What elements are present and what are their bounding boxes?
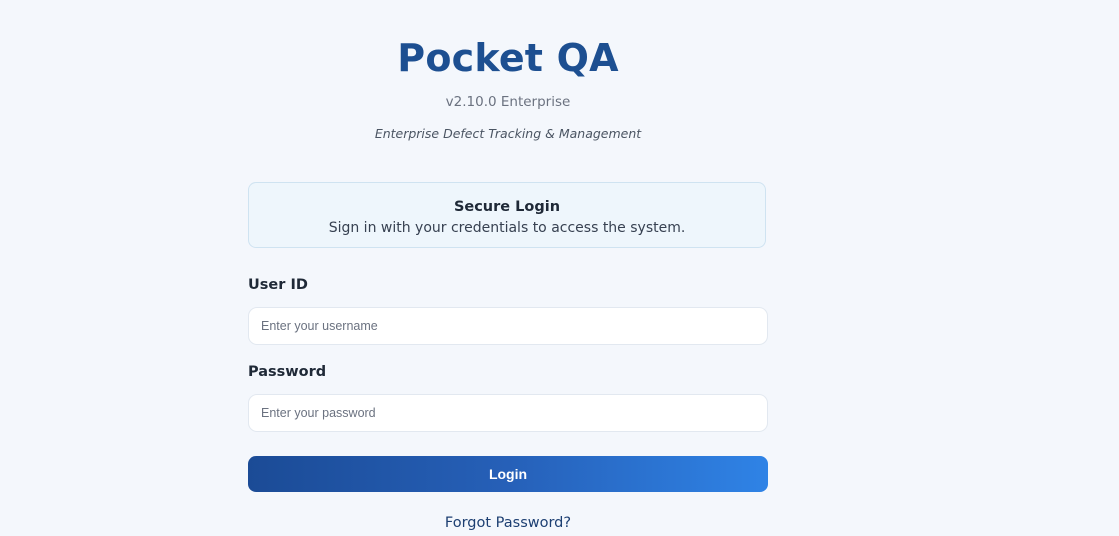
app-tagline: Enterprise Defect Tracking & Management — [374, 126, 642, 141]
app-version: v2.10.0 Enterprise — [445, 94, 571, 110]
password-input[interactable] — [248, 394, 768, 432]
username-input[interactable] — [248, 307, 768, 345]
app-title: Pocket QA — [397, 36, 619, 80]
info-box-title: Secure Login — [453, 199, 561, 215]
login-button[interactable]: Login — [248, 456, 768, 492]
user-id-label: User ID — [248, 277, 308, 293]
password-label: Password — [248, 364, 327, 380]
info-box-subtitle: Sign in with your credentials to access … — [328, 220, 686, 236]
secure-login-info-box: Secure Login Sign in with your credentia… — [248, 182, 766, 248]
forgot-password-link[interactable]: Forgot Password? — [248, 514, 768, 533]
